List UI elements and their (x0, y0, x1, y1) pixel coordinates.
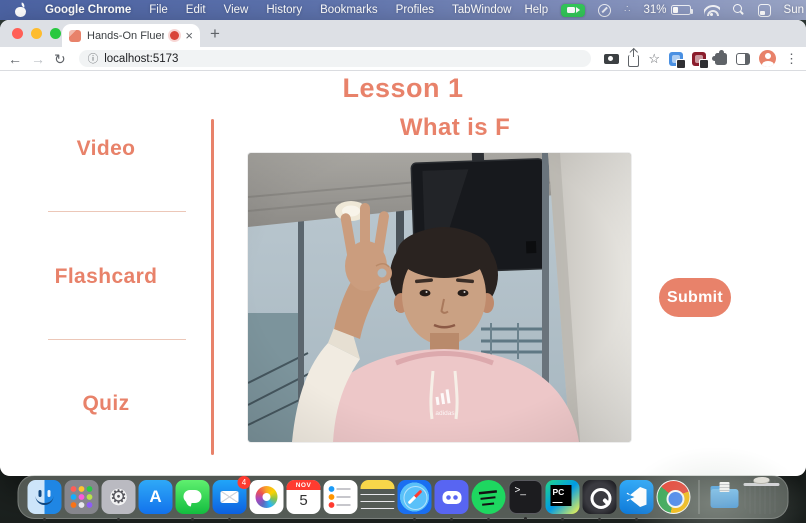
address-bar[interactable]: ⓘ localhost:5173 (79, 50, 592, 67)
dock-terminal-icon[interactable]: >_ (509, 480, 543, 514)
extension-icon-1[interactable] (669, 52, 683, 66)
dock-system-settings-icon[interactable] (102, 480, 136, 514)
url-text: localhost:5173 (104, 53, 178, 65)
menu-tab[interactable]: Tab (452, 4, 471, 16)
status-dotted-icon[interactable]: ∴ (624, 5, 630, 15)
desktop-screen: Google Chrome File Edit View History Boo… (0, 0, 806, 523)
submit-button[interactable]: Submit (659, 278, 731, 317)
dock-chrome-icon[interactable] (657, 480, 691, 514)
menu-bookmarks[interactable]: Bookmarks (320, 4, 378, 16)
control-center-icon[interactable] (758, 4, 771, 17)
dock: A 4 NOV 5 >_ PC (18, 475, 789, 519)
tab-close-icon[interactable]: × (185, 29, 193, 42)
sidebar-item-flashcard[interactable]: Flashcard (0, 265, 212, 289)
browser-tab[interactable]: Hands-On Fluency × (62, 24, 200, 47)
dock-downloads-folder-icon[interactable] (708, 480, 742, 514)
tab-media-camera-icon[interactable] (604, 54, 619, 64)
calendar-day-label: 5 (299, 490, 307, 512)
reload-button[interactable]: ↻ (54, 52, 66, 66)
dock-photos-icon[interactable] (250, 480, 284, 514)
dock-notes-icon[interactable] (361, 480, 395, 514)
menu-file[interactable]: File (149, 4, 168, 16)
dock-separator (699, 480, 700, 514)
tab-recording-dot-icon (170, 31, 179, 40)
sidebar-separator (48, 339, 186, 340)
sidebar-separator (48, 211, 186, 212)
wifi-icon[interactable] (704, 5, 720, 16)
extension-icon-2[interactable] (692, 52, 706, 66)
lesson-heading: What is F (248, 114, 662, 142)
menu-clock[interactable]: Sun Nov 5 10:51 AM (784, 4, 806, 16)
window-controls (12, 28, 61, 39)
spotlight-search-icon[interactable] (733, 4, 745, 16)
menu-help[interactable]: Help (524, 4, 548, 16)
zoom-window-button[interactable] (50, 28, 61, 39)
sidebar-item-quiz[interactable]: Quiz (0, 392, 212, 416)
share-icon[interactable] (628, 55, 639, 67)
back-button[interactable]: ← (8, 52, 22, 66)
menu-app-name[interactable]: Google Chrome (45, 4, 131, 16)
battery-percent-label: 31% (644, 4, 667, 16)
bookmark-star-icon[interactable]: ☆ (648, 52, 660, 65)
browser-window: Hands-On Fluency × + ← → ↻ ⓘ localhost:5… (0, 20, 806, 476)
menu-history[interactable]: History (266, 4, 302, 16)
new-tab-button[interactable]: + (210, 25, 220, 42)
minimize-window-button[interactable] (31, 28, 42, 39)
dock-app-store-icon[interactable]: A (139, 480, 173, 514)
webcam-video-feed: adidas (248, 153, 631, 442)
menu-window[interactable]: Window (471, 4, 512, 16)
menu-view[interactable]: View (224, 4, 249, 16)
battery-icon (671, 5, 691, 15)
dock-pycharm-icon[interactable]: PC (546, 480, 580, 514)
dock-reminders-icon[interactable] (324, 480, 358, 514)
dock-calendar-icon[interactable]: NOV 5 (287, 480, 321, 514)
tab-title: Hands-On Fluency (87, 30, 164, 42)
dock-quicktime-icon[interactable] (583, 480, 617, 514)
page-title: Lesson 1 (0, 73, 806, 104)
forward-button[interactable]: → (31, 52, 45, 66)
tab-strip: Hands-On Fluency × + (0, 20, 806, 47)
dock-discord-icon[interactable] (435, 480, 469, 514)
web-page: Lesson 1 Video Flashcard Quiz What is F (0, 71, 806, 475)
menu-edit[interactable]: Edit (186, 4, 206, 16)
apple-menu-icon[interactable] (15, 4, 27, 17)
close-window-button[interactable] (12, 28, 23, 39)
dock-spotify-icon[interactable] (472, 480, 506, 514)
profile-avatar[interactable] (759, 50, 776, 67)
battery-status[interactable]: 31% (644, 4, 691, 16)
side-panel-icon[interactable] (736, 53, 750, 65)
dock-vscode-icon[interactable] (620, 480, 654, 514)
menu-bar: Google Chrome File Edit View History Boo… (0, 0, 806, 20)
screen-recording-indicator-icon[interactable] (561, 4, 585, 17)
dock-trash-icon[interactable] (745, 480, 779, 514)
dock-launchpad-icon[interactable] (65, 480, 99, 514)
tab-favicon-icon (69, 30, 81, 42)
dock-finder-icon[interactable] (28, 480, 62, 514)
sidebar-item-video[interactable]: Video (0, 137, 212, 161)
browser-toolbar: ← → ↻ ⓘ localhost:5173 ☆ ⋮ (0, 47, 806, 71)
chrome-menu-icon[interactable]: ⋮ (785, 52, 798, 65)
dock-mail-icon[interactable]: 4 (213, 480, 247, 514)
do-not-disturb-icon[interactable] (598, 4, 611, 17)
dock-safari-icon[interactable] (398, 480, 432, 514)
calendar-month-label: NOV (287, 480, 321, 490)
dock-messages-icon[interactable] (176, 480, 210, 514)
site-info-icon[interactable]: ⓘ (88, 51, 99, 66)
menu-profiles[interactable]: Profiles (396, 4, 434, 16)
extensions-puzzle-icon[interactable] (715, 53, 727, 65)
